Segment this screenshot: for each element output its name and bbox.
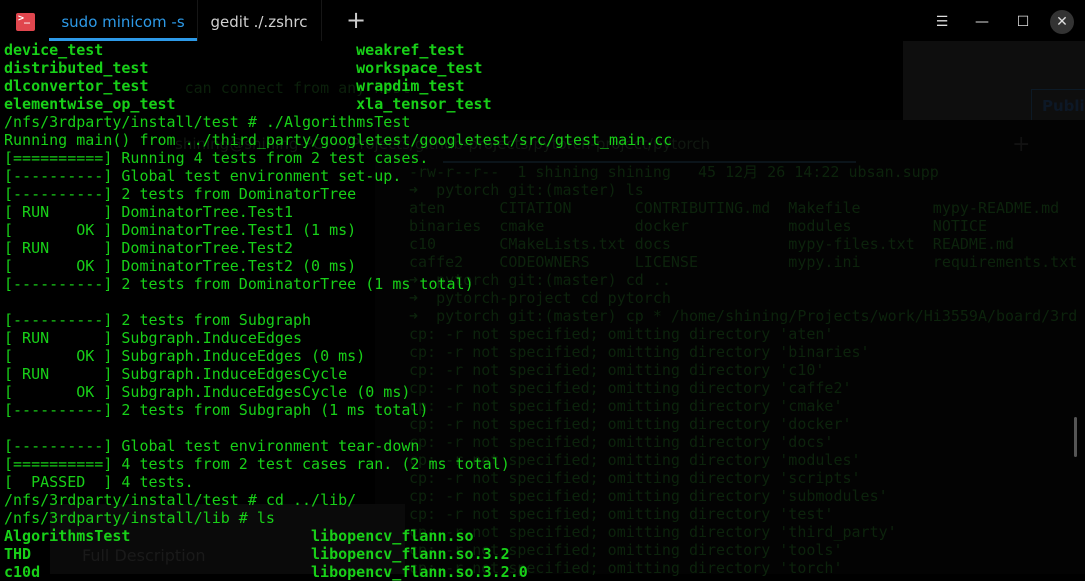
public-button: Public	[1031, 89, 1085, 121]
terminal-line-text: [ PASSED ] 4 tests.	[4, 473, 194, 491]
tab-bar: >_ sudo minicom -s gedit ./.zshrc + ☰ — …	[0, 0, 1085, 41]
tab-sudo-minicom[interactable]: sudo minicom -s	[49, 0, 198, 41]
terminal-line: [ RUN ] Subgraph.InduceEdgesCycle	[4, 365, 672, 383]
terminal-line: THD libopencv_flann.so.3.2	[4, 545, 672, 563]
terminal-line-text: THD	[4, 545, 32, 563]
terminal-line: [----------] Global test environment set…	[4, 167, 672, 185]
terminal-line-text: distributed_test	[4, 59, 149, 77]
terminal-line-text: [==========] Running 4 tests from 2 test…	[4, 149, 429, 167]
terminal-line: [ OK ] Subgraph.InduceEdges (0 ms)	[4, 347, 672, 365]
terminal-line-text: [----------] Global test environment set…	[4, 167, 402, 185]
terminal-line: [ RUN ] Subgraph.InduceEdges	[4, 329, 672, 347]
terminal-line: elementwise_op_test xla_tensor_test	[4, 95, 672, 113]
terminal-line: /nfs/3rdparty/install/test # ./Algorithm…	[4, 113, 672, 131]
terminal-line: [----------] 2 tests from Subgraph	[4, 311, 672, 329]
terminal-line: Running main() from ../third_party/googl…	[4, 131, 672, 149]
background-new-tab-icon: +	[1012, 132, 1031, 157]
terminal-line-text: [----------] 2 tests from DominatorTree	[4, 185, 357, 203]
terminal-line-col2: libopencv_flann.so	[311, 527, 474, 545]
terminal-line-col2: libopencv_flann.so.3.2	[311, 545, 510, 563]
terminal-line-text: [ RUN ] Subgraph.InduceEdges	[4, 329, 303, 347]
terminal-line-text: [----------] Global test environment tea…	[4, 437, 420, 455]
terminal-line: [----------] 2 tests from DominatorTree	[4, 185, 672, 203]
terminal-line-text: Running main() from ../third_party/googl…	[4, 131, 673, 149]
terminal-line: [----------] Global test environment tea…	[4, 437, 672, 455]
terminal-line-text: /nfs/3rdparty/install/test # ./Algorithm…	[4, 113, 411, 131]
terminal-line-text: [ OK ] Subgraph.InduceEdgesCycle (0 ms)	[4, 383, 411, 401]
terminal-line: [ RUN ] DominatorTree.Test1	[4, 203, 672, 221]
terminal-line: [----------] 2 tests from DominatorTree …	[4, 275, 672, 293]
terminal-line: [ OK ] DominatorTree.Test1 (1 ms)	[4, 221, 672, 239]
terminal-line: [==========] Running 4 tests from 2 test…	[4, 149, 672, 167]
terminal-line-col2: wrapdim_test	[356, 77, 465, 95]
terminal-line: device_test weakref_test	[4, 41, 672, 59]
terminal-line: /nfs/3rdparty/install/test # cd ../lib/	[4, 491, 672, 509]
terminal-line-text: [----------] 2 tests from Subgraph	[4, 311, 312, 329]
terminal-line: [ OK ] Subgraph.InduceEdgesCycle (0 ms)	[4, 383, 672, 401]
terminal-line-text: [==========] 4 tests from 2 test cases r…	[4, 455, 510, 473]
terminal-line-text: [----------] 2 tests from DominatorTree …	[4, 275, 474, 293]
tab-gedit-zshrc[interactable]: gedit ./.zshrc	[197, 0, 322, 41]
terminal-line: AlgorithmsTest libopencv_flann.so	[4, 527, 672, 545]
terminal-line-text: /nfs/3rdparty/install/lib # ls	[4, 509, 275, 527]
terminal-line: /nfs/3rdparty/install/lib # ls	[4, 509, 672, 527]
terminal-line: [==========] 4 tests from 2 test cases r…	[4, 455, 672, 473]
terminal-line: [ OK ] DominatorTree.Test2 (0 ms)	[4, 257, 672, 275]
terminal-line-text: [ OK ] DominatorTree.Test2 (0 ms)	[4, 257, 357, 275]
terminal-line-text: device_test	[4, 41, 104, 59]
terminal-line-text: [----------] 2 tests from Subgraph (1 ms…	[4, 401, 429, 419]
terminal-line-col2: libopencv_flann.so.3.2.0	[311, 563, 528, 581]
maximize-icon[interactable]: ☐	[1011, 10, 1035, 34]
terminal-line-text: [ RUN ] Subgraph.InduceEdgesCycle	[4, 365, 348, 383]
terminal-line: [ PASSED ] 4 tests.	[4, 473, 672, 491]
terminal-line-col2: workspace_test	[356, 59, 483, 77]
terminal-line: dlconvertor_test wrapdim_test	[4, 77, 672, 95]
terminal-line-text: c10d	[4, 563, 41, 581]
terminal-output[interactable]: device_test weakref_test distributed_test w…	[4, 41, 672, 581]
terminal-line-text: [ OK ] Subgraph.InduceEdges (0 ms)	[4, 347, 366, 365]
new-tab-plus-icon[interactable]: +	[336, 8, 376, 34]
terminal-line-text: AlgorithmsTest	[4, 527, 131, 545]
terminal-line: [ RUN ] DominatorTree.Test2	[4, 239, 672, 257]
terminal-line-text: [ RUN ] DominatorTree.Test2	[4, 239, 293, 257]
terminal-line: c10d libopencv_flann.so.3.2.0	[4, 563, 672, 581]
terminal-line-text: dlconvertor_test	[4, 77, 149, 95]
terminal-line: [----------] 2 tests from Subgraph (1 ms…	[4, 401, 672, 419]
terminal-line-text: [ RUN ] DominatorTree.Test1	[4, 203, 293, 221]
terminal-line: distributed_test workspace_test	[4, 59, 672, 77]
terminal-line-text: /nfs/3rdparty/install/test # cd ../lib/	[4, 491, 357, 509]
terminal-line-text: [ OK ] DominatorTree.Test1 (1 ms)	[4, 221, 357, 239]
menu-icon[interactable]: ☰	[930, 10, 954, 34]
close-icon[interactable]: ✕	[1050, 10, 1074, 34]
minimize-icon[interactable]: —	[970, 10, 994, 34]
scrollbar[interactable]	[1074, 417, 1077, 457]
terminal-app-icon: >_	[16, 13, 35, 31]
terminal-line-col2: weakref_test	[356, 41, 465, 59]
terminal-line-col2: xla_tensor_test	[356, 95, 492, 113]
terminal-line-text: elementwise_op_test	[4, 95, 176, 113]
